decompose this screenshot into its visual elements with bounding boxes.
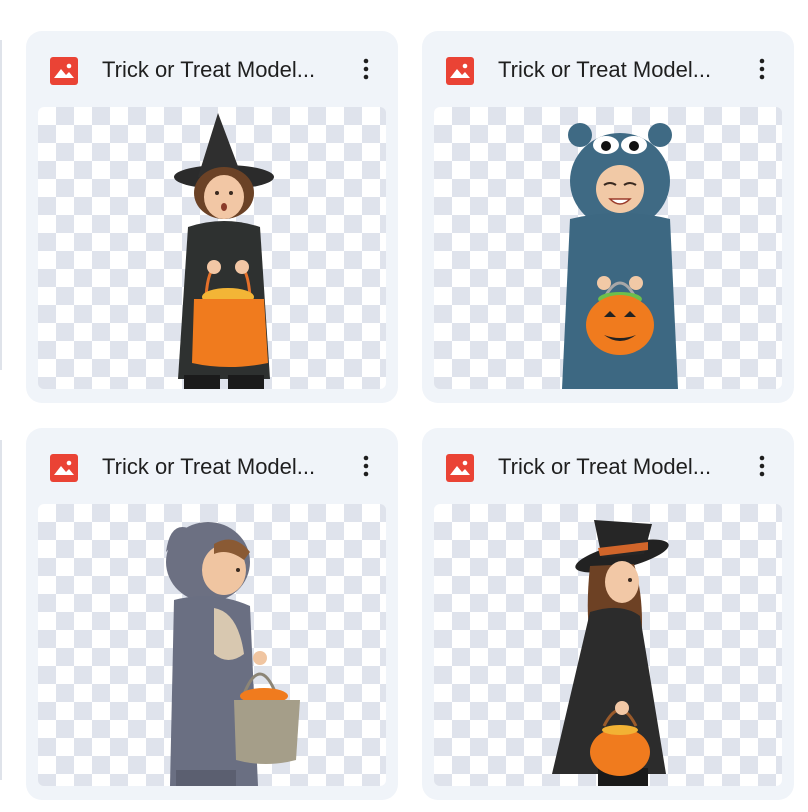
left-edge-divider [0, 40, 2, 370]
image-file-icon [50, 57, 78, 85]
image-thumbnail[interactable] [38, 107, 386, 389]
file-title[interactable]: Trick or Treat Model... [102, 55, 352, 85]
more-vert-icon [363, 58, 369, 80]
witch-child-with-pumpkin-figure [552, 520, 669, 786]
file-title[interactable]: Trick or Treat Model... [498, 452, 748, 482]
file-title[interactable]: Trick or Treat Model... [102, 452, 352, 482]
more-vert-icon [759, 58, 765, 80]
card-header: Trick or Treat Model... [26, 428, 398, 504]
more-options-button[interactable] [348, 51, 384, 87]
image-thumbnail[interactable] [434, 504, 782, 786]
image-thumbnail[interactable] [434, 107, 782, 389]
image-file-icon [446, 57, 474, 85]
file-card[interactable]: Trick or Treat Model... [26, 428, 398, 800]
file-card[interactable]: Trick or Treat Model... [422, 31, 794, 403]
card-header: Trick or Treat Model... [422, 428, 794, 504]
left-edge-divider [0, 440, 2, 780]
file-title[interactable]: Trick or Treat Model... [498, 55, 748, 85]
image-file-icon [446, 454, 474, 482]
card-header: Trick or Treat Model... [422, 31, 794, 107]
file-card[interactable]: Trick or Treat Model... [422, 428, 794, 800]
file-card[interactable]: Trick or Treat Model... [26, 31, 398, 403]
more-options-button[interactable] [744, 448, 780, 484]
more-vert-icon [759, 455, 765, 477]
image-thumbnail[interactable] [38, 504, 386, 786]
image-file-icon [50, 454, 78, 482]
monster-child-figure [562, 123, 678, 389]
more-options-button[interactable] [348, 448, 384, 484]
card-header: Trick or Treat Model... [26, 31, 398, 107]
witch-child-figure [174, 113, 274, 389]
more-vert-icon [363, 455, 369, 477]
more-options-button[interactable] [744, 51, 780, 87]
animal-costume-child-figure [166, 522, 300, 786]
